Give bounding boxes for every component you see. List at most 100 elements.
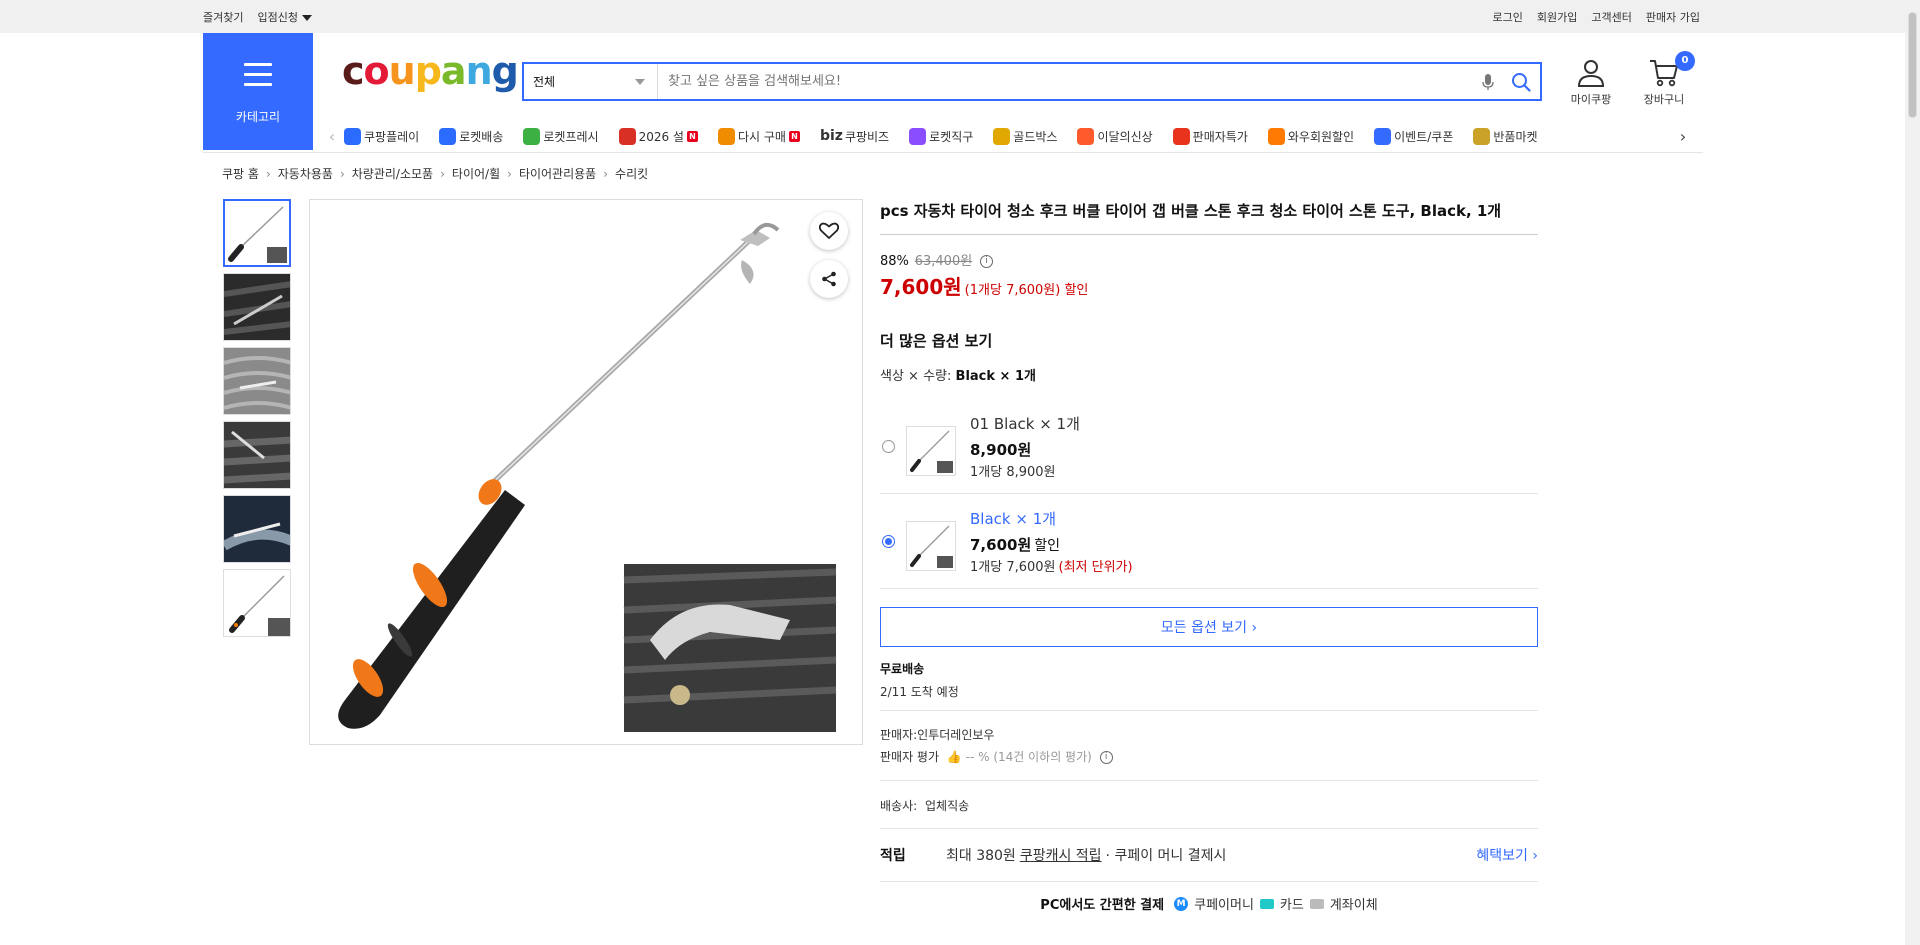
breadcrumb-separator-icon: › xyxy=(440,166,445,181)
option-list: 01 Black × 1개 8,900원 1개당 8,900원 Black × … xyxy=(880,399,1538,589)
view-all-options-button[interactable]: 모든 옵션 보기 › xyxy=(880,607,1538,647)
coupang-logo[interactable]: coupang xyxy=(342,49,519,93)
microphone-icon xyxy=(1482,73,1494,90)
logo-letter-p: p xyxy=(414,49,442,93)
nav-item-11[interactable]: 이벤트/쿠폰 xyxy=(1374,127,1454,145)
breadcrumb-item[interactable]: 수리킷 xyxy=(615,165,648,182)
nav-item-10[interactable]: 와우회원할인 xyxy=(1267,127,1354,145)
page-scrollbar[interactable] xyxy=(1905,0,1920,945)
search-bar: 전체 xyxy=(522,62,1542,101)
wishlist-button[interactable] xyxy=(810,212,848,250)
thumbnail-1[interactable] xyxy=(223,199,291,267)
nav-item-label: 이벤트/쿠폰 xyxy=(1394,129,1454,144)
info-icon[interactable]: i xyxy=(1099,751,1113,764)
reward-amount: 최대 380원 xyxy=(946,848,1016,864)
nav-item-9[interactable]: 판매자특가 xyxy=(1172,127,1248,145)
option-name: 01 Black × 1개 xyxy=(970,415,1080,433)
thumbnail-4[interactable] xyxy=(223,421,291,489)
free-shipping-label: 무료배송 xyxy=(880,662,925,676)
view-benefits-link[interactable]: 혜택보기 › xyxy=(1476,845,1538,865)
voice-search-button[interactable] xyxy=(1474,67,1502,97)
new-badge: N xyxy=(788,130,800,142)
lowest-unit-price-badge: (최저 단위가) xyxy=(1058,560,1133,575)
search-input[interactable] xyxy=(658,64,1474,99)
bookmark-link[interactable]: 즐겨찾기 xyxy=(203,9,243,25)
breadcrumb-item[interactable]: 타이어/휠 xyxy=(452,165,500,182)
mycoupang-button[interactable]: 마이쿠팡 xyxy=(1563,58,1619,107)
nav-item-1[interactable]: 로켓배송 xyxy=(439,127,503,145)
option-prefix: 색상 × 수량: xyxy=(880,369,952,384)
search-category-select[interactable]: 전체 xyxy=(524,64,658,99)
nav-item-4[interactable]: 다시 구매 N xyxy=(717,127,800,145)
breadcrumb-item[interactable]: 타이어관리용품 xyxy=(519,165,596,182)
share-button[interactable] xyxy=(810,260,848,298)
payment-methods: PC에서도 간편한 결제 M 쿠페이머니 카드 계좌이체 xyxy=(880,894,1538,913)
nav-item-label: 반품마켓 xyxy=(1493,129,1538,144)
nav-prev-arrow-icon[interactable]: ‹ xyxy=(320,127,344,146)
percent-icon xyxy=(1172,127,1190,145)
vendor-apply-label: 입점신청 xyxy=(257,10,298,24)
card-icon xyxy=(1259,898,1274,909)
nav-item-5[interactable]: biz 쿠팡비즈 xyxy=(820,128,889,145)
cart-label: 장바구니 xyxy=(1643,93,1685,106)
payment-coupay-money: 쿠페이머니 xyxy=(1194,898,1254,913)
nav-item-2[interactable]: 로켓프레시 xyxy=(523,127,599,145)
signup-link[interactable]: 회원가입 xyxy=(1537,9,1577,25)
cart-button[interactable]: 0 장바구니 xyxy=(1636,51,1695,107)
nav-item-0[interactable]: 쿠팡플레이 xyxy=(344,127,419,145)
nav-item-12[interactable]: 반품마켓 xyxy=(1473,127,1538,145)
shortcut-nav-items: 쿠팡플레이 로켓배송 로켓프레시 2026 설 N 다시 구매 N biz 쿠팡비즈 로켓직구 골드… xyxy=(344,127,1671,145)
breadcrumb: 쿠팡 홈 › 자동차용품 › 차량관리/소모품 › 타이어/휠 › 타이어관리용품 › 수리킷 xyxy=(222,165,648,182)
seller-signup-link[interactable]: 판매자 가입 xyxy=(1646,9,1700,25)
nav-item-label: 로켓직구 xyxy=(929,129,974,144)
vendor-apply-link[interactable]: 입점신청 xyxy=(257,9,312,25)
nav-item-label: 골드박스 xyxy=(1013,129,1058,144)
option-discount-label: 할인 xyxy=(1034,538,1061,554)
search-button[interactable] xyxy=(1502,67,1540,97)
thumbnail-2[interactable] xyxy=(223,273,291,341)
courier-value: 업체직송 xyxy=(925,799,970,813)
nav-item-3[interactable]: 2026 설N xyxy=(618,127,698,145)
breadcrumb-separator-icon: › xyxy=(265,166,271,181)
payment-bank-transfer: 계좌이체 xyxy=(1329,898,1378,913)
category-menu-button[interactable]: 카테고리 xyxy=(203,33,313,150)
top-utility-bar: 즐겨찾기 입점신청 로그인 회원가입 고객센터 판매자 가입 xyxy=(0,0,1905,33)
nav-item-label: 로켓프레시 xyxy=(543,129,599,144)
info-icon[interactable]: i xyxy=(980,255,994,268)
breadcrumb-item[interactable]: 쿠팡 홈 xyxy=(222,165,259,182)
logo-letter-a: a xyxy=(440,49,467,93)
heart-icon xyxy=(819,222,839,239)
coupang-cash-link[interactable]: 쿠팡캐시 적립 xyxy=(1020,845,1102,865)
courier-label: 배송사: xyxy=(880,799,918,813)
search-category-value: 전체 xyxy=(533,75,556,89)
option-radio-01-black[interactable] xyxy=(882,440,895,453)
thumbnail-3[interactable] xyxy=(223,347,291,415)
main-product-image[interactable] xyxy=(309,199,863,745)
option-item[interactable]: 01 Black × 1개 8,900원 1개당 8,900원 xyxy=(880,399,1538,494)
unit-price-discount: (1개당 7,600원) 할인 xyxy=(964,283,1089,298)
nav-item-6[interactable]: 로켓직구 xyxy=(909,127,974,145)
scrollbar-thumb[interactable] xyxy=(1908,12,1917,118)
courier-info: 배송사: 업체직송 xyxy=(880,781,1538,829)
reward-condition: · 쿠페이 머니 결제시 xyxy=(1105,848,1227,864)
breadcrumb-separator-icon: › xyxy=(507,166,512,181)
payment-card: 카드 xyxy=(1279,898,1304,913)
rocket-icon xyxy=(439,127,457,145)
customer-center-link[interactable]: 고객센터 xyxy=(1591,9,1631,25)
thumbnail-6[interactable] xyxy=(223,569,291,637)
breadcrumb-item[interactable]: 차량관리/소모품 xyxy=(352,165,433,182)
tire-hook-tool-image xyxy=(338,222,837,732)
seller-name[interactable]: 판매자:인투더레인보우 xyxy=(880,724,1538,746)
option-radio-black-selected[interactable] xyxy=(882,535,895,548)
thumbnail-5[interactable] xyxy=(223,495,291,563)
nav-next-arrow-icon[interactable]: › xyxy=(1671,127,1695,146)
logo-letter-g: g xyxy=(491,49,519,93)
nav-item-7[interactable]: 골드박스 xyxy=(993,127,1058,145)
nav-item-8[interactable]: 이달의신상 xyxy=(1077,127,1153,145)
login-link[interactable]: 로그인 xyxy=(1493,9,1523,25)
arrival-estimate: 2/11 도착 예정 xyxy=(880,685,959,699)
price-box: 88% 63,400원 i 7,600원 (1개당 7,600원) 할인 xyxy=(880,250,1538,300)
logo-letter-u: u xyxy=(388,49,416,93)
option-item[interactable]: Black × 1개 7,600원 할인 1개당 7,600원 (최저 단위가) xyxy=(880,494,1538,589)
breadcrumb-item[interactable]: 자동차용품 xyxy=(278,165,333,182)
